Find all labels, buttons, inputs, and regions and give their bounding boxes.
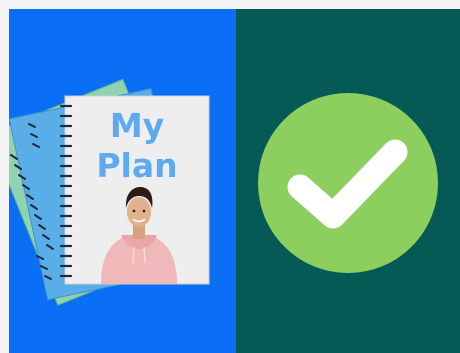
checkmark-badge [258,93,438,273]
notebook-title-line1: My [110,106,164,145]
left-panel: My Plan [9,9,236,353]
notebook-title-line2: Plan [96,146,177,185]
illustration-stage: My Plan [0,0,460,353]
front-notebook: My Plan [59,95,210,285]
right-panel [236,9,460,353]
notebooks-illustration: My Plan [9,78,210,306]
